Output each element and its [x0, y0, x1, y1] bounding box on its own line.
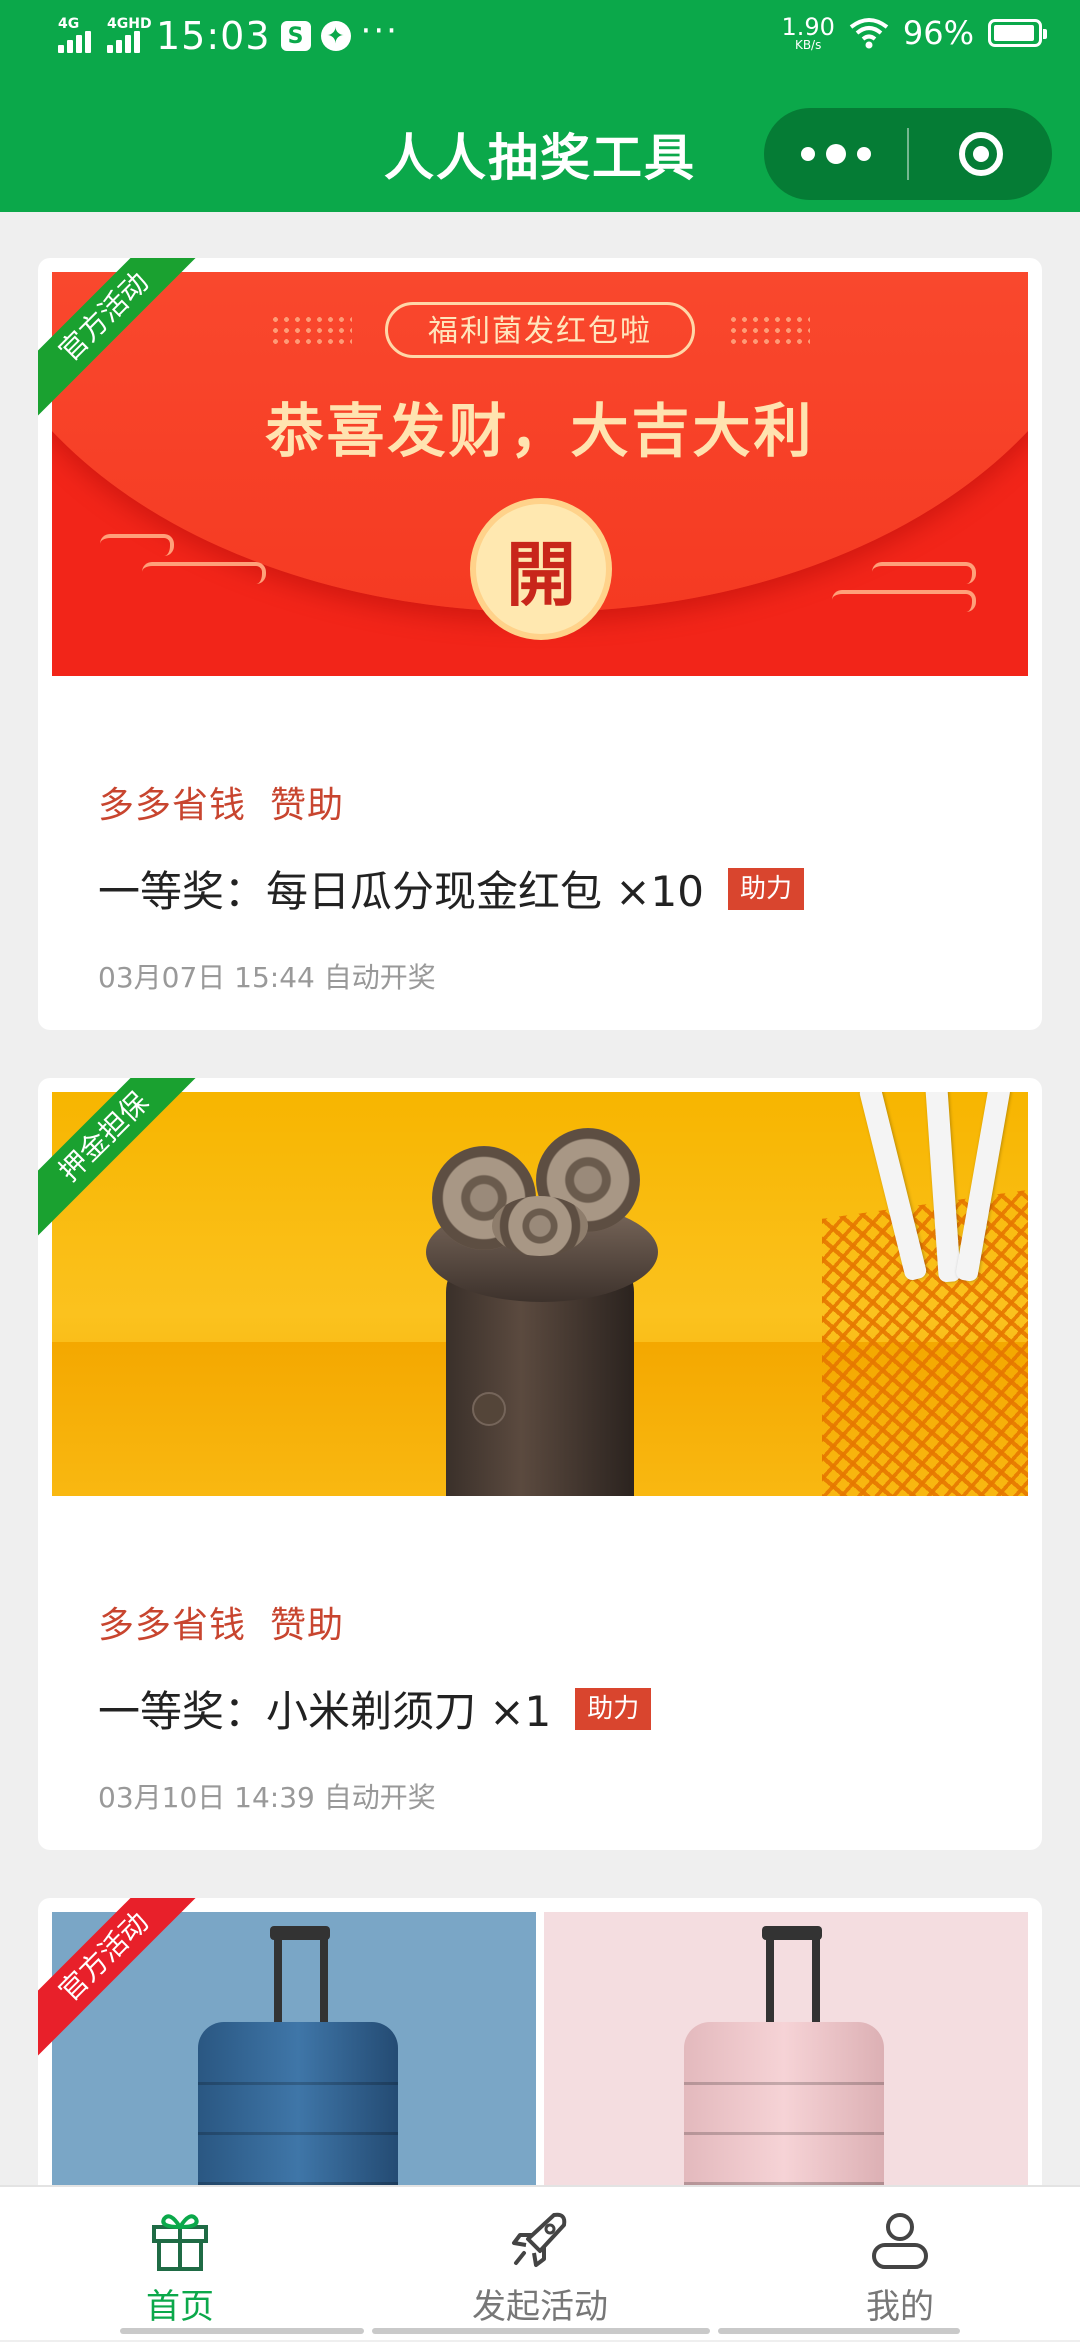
target-close-icon — [958, 132, 1003, 176]
sponsor-line: 多多省钱 赞助 — [98, 776, 368, 828]
status-left: 4G 4GHD 15:03 S ✦ ··· — [58, 11, 399, 58]
tab-label: 我的 — [866, 2287, 934, 2327]
network-speed-unit: KB/s — [794, 38, 822, 52]
status-right: 1.90 KB/s 96% — [781, 14, 1047, 52]
sponsor-tag: 赞助 — [270, 785, 345, 826]
shaver-button — [472, 1392, 506, 1426]
prize-line: 一等奖：每日瓜分现金红包 ×10 助力 — [98, 858, 805, 919]
activity-card[interactable]: 福利菌发红包啦 恭喜发财，大吉大利 開 官方活动 多多省钱 赞助 一等奖：每日瓜分… — [38, 258, 1042, 1030]
ribbon-label: 官方活动 — [38, 258, 198, 418]
more-dot-icon — [856, 147, 871, 161]
network-speed-value: 1.90 — [781, 13, 835, 41]
luggage-handle-pole — [766, 1932, 774, 2024]
sponsor-name: 多多省钱 — [98, 785, 247, 826]
luggage-handle-pole — [274, 1932, 282, 2024]
tab-create-activity[interactable]: 发起活动 — [360, 2187, 720, 2342]
clock: 15:03 — [156, 14, 271, 58]
wechat-notification-icon: ✦ — [320, 21, 351, 51]
draw-time: 03月07日 15:44 自动开奖 — [98, 961, 436, 994]
user-icon — [872, 2213, 928, 2269]
network-type-1: 4G — [58, 16, 80, 32]
ribbon-label: 押金担保 — [38, 1078, 198, 1238]
miniprogram-capsule — [764, 108, 1052, 200]
sponsor-name: 多多省钱 — [98, 1605, 247, 1646]
shaver-head — [492, 1196, 588, 1256]
cloud-decor — [832, 590, 976, 612]
app-notification-icon: S — [280, 21, 311, 51]
battery-fill — [994, 25, 1035, 41]
cloud-decor — [142, 562, 266, 584]
gesture-bar-segment — [718, 2328, 960, 2334]
activity-feed[interactable]: 福利菌发红包啦 恭喜发财，大吉大利 開 官方活动 多多省钱 赞助 一等奖：每日瓜分… — [0, 212, 1080, 2185]
luggage-handle-bar — [762, 1926, 822, 1940]
more-dot-icon — [825, 144, 846, 164]
prize-title: 一等奖：每日瓜分现金红包 ×10 — [98, 867, 704, 916]
sponsor-tag: 赞助 — [270, 1605, 345, 1646]
rocket-icon — [512, 2212, 567, 2267]
draw-time: 03月10日 14:39 自动开奖 — [98, 1781, 436, 1814]
activity-card[interactable]: 官方活动 — [38, 1898, 1042, 2185]
network-type-2: 4GHD — [107, 16, 152, 32]
luggage-handle-pole — [812, 1932, 820, 2024]
assist-badge: 助力 — [575, 1687, 652, 1730]
gesture-bar-segment — [372, 2328, 710, 2334]
assist-badge: 助力 — [728, 867, 805, 910]
cloud-decor — [872, 562, 976, 584]
mesh-cup-decor — [822, 1185, 1028, 1496]
decor-dots — [728, 314, 810, 346]
gesture-bar-segment — [120, 2328, 364, 2334]
signal-icon-2: 4GHD — [107, 17, 152, 53]
banner-headline: 恭喜发财，大吉大利 — [265, 397, 815, 465]
ribbon-label: 官方活动 — [38, 1898, 198, 2058]
prize-line: 一等奖：小米剃须刀 ×1 助力 — [98, 1678, 652, 1739]
ribbon: 官方活动 — [38, 258, 198, 418]
tab-me[interactable]: 我的 — [720, 2187, 1080, 2342]
prize-title: 一等奖：小米剃须刀 ×1 — [98, 1687, 552, 1736]
tab-home[interactable]: 首页 — [0, 2187, 360, 2342]
luggage-blue — [198, 2022, 398, 2185]
banner-pill: 福利菌发红包啦 — [385, 302, 695, 358]
tab-label: 发起活动 — [472, 2287, 608, 2327]
luggage-pink-panel — [544, 1912, 1028, 2185]
tab-label: 首页 — [146, 2287, 214, 2327]
luggage-handle-bar — [270, 1926, 330, 1940]
cloud-decor — [100, 534, 174, 556]
wifi-icon — [849, 18, 889, 49]
luggage-pink — [684, 2022, 884, 2185]
signal-icon: 4G — [58, 16, 91, 53]
battery-icon — [988, 19, 1047, 47]
luggage-handle-pole — [320, 1932, 328, 2024]
ribbon: 官方活动 — [38, 1898, 198, 2058]
card-banner-red-envelope[interactable]: 福利菌发红包啦 恭喜发财，大吉大利 開 — [52, 272, 1028, 676]
open-coin-icon: 開 — [470, 498, 612, 640]
more-dot-icon — [800, 147, 815, 161]
network-speed: 1.90 KB/s — [781, 15, 834, 51]
sponsor-line: 多多省钱 赞助 — [98, 1596, 368, 1648]
status-bar: 4G 4GHD 15:03 S ✦ ··· 1.90 KB/s 96% — [0, 0, 1080, 84]
activity-card[interactable]: 押金担保 多多省钱 赞助 一等奖：小米剃须刀 ×1 助力 03月10日 14:39… — [38, 1078, 1042, 1850]
decor-dots — [270, 314, 352, 346]
top-bar: 4G 4GHD 15:03 S ✦ ··· 1.90 KB/s 96% 人人抽奖… — [0, 0, 1080, 212]
close-miniprogram-button[interactable] — [909, 108, 1052, 200]
more-notifications-icon: ··· — [360, 11, 399, 51]
battery-percent: 96% — [902, 14, 974, 52]
ribbon: 押金担保 — [38, 1078, 198, 1238]
card-banner-luggage[interactable] — [52, 1912, 1028, 2185]
bottom-tab-bar: 首页 发起活动 我的 — [0, 2185, 1080, 2340]
gift-icon — [152, 2214, 208, 2271]
card-banner-shaver[interactable] — [52, 1092, 1028, 1496]
more-menu-button[interactable] — [764, 108, 907, 200]
